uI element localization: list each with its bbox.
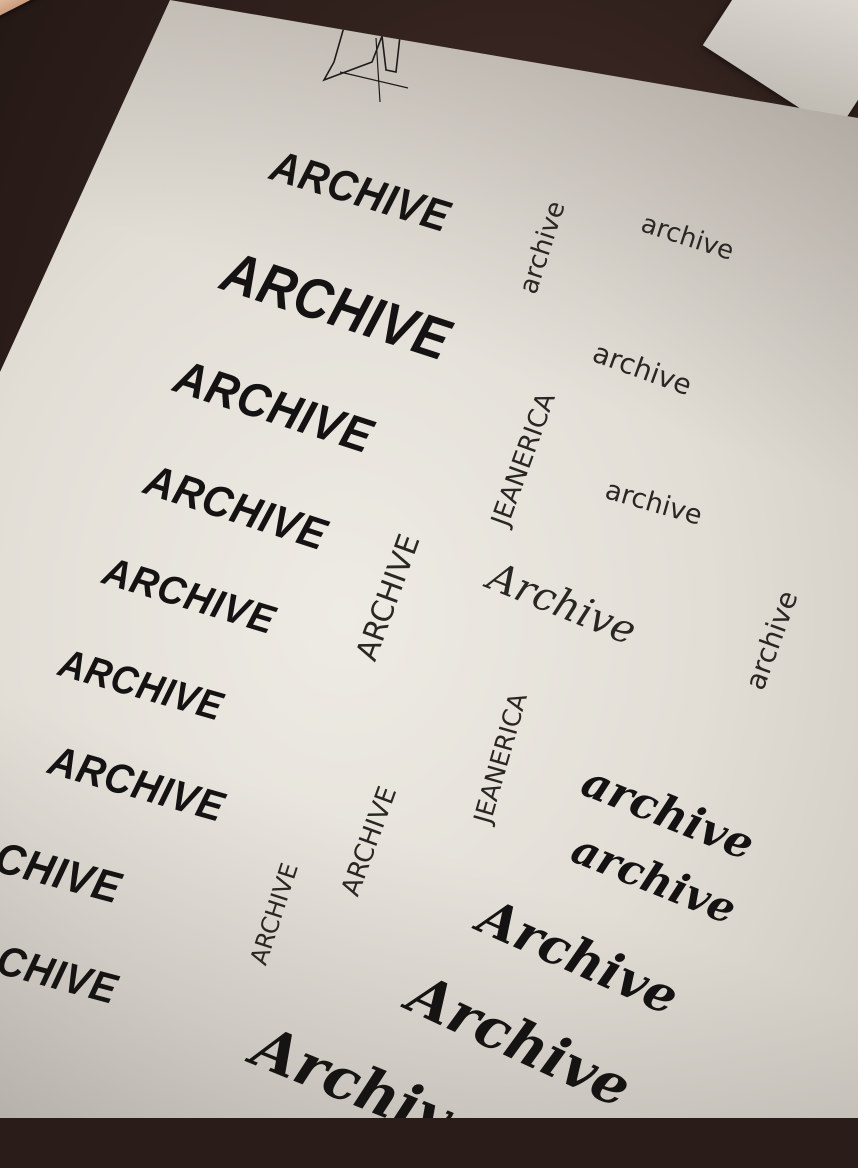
archive-word-8: CHIVE [0,832,127,914]
archive-word-9: CHIVE [0,935,123,1013]
archive-vertical-4: ARCHIVE [335,782,404,901]
archive-word-3: ARCHIVE [167,350,380,465]
archive-thin-1: archive [637,208,738,267]
archive-word-4: ARCHIVE [138,455,334,561]
archive-word-5: ARCHIVE [97,548,281,644]
archive-thin-2: archive [588,335,697,403]
archive-script-thin: Archive [481,553,643,655]
archive-vertical-1: archive [513,197,572,298]
archive-word-7: ARCHIVE [43,735,230,831]
archive-word-2: ARCHIVE [213,238,459,374]
paper-sheet: ARCHIVE ARCHIVE ARCHIVE ARCHIVE ARCHIVE … [0,0,858,1118]
archive-thin-3: archive [601,474,706,532]
jeanerica-vertical-1: JEANERICA [485,388,562,531]
archive-vertical-3: archive [738,586,805,695]
jeanerica-vertical-2: JEANERICA [468,689,533,827]
archive-word-6: ARCHIVE [54,640,229,730]
archive-vertical-5: ARCHIVE [244,859,304,969]
archive-vertical-2: ARCHIVE [349,529,428,666]
archive-word-1: ARCHIVE [264,141,456,242]
